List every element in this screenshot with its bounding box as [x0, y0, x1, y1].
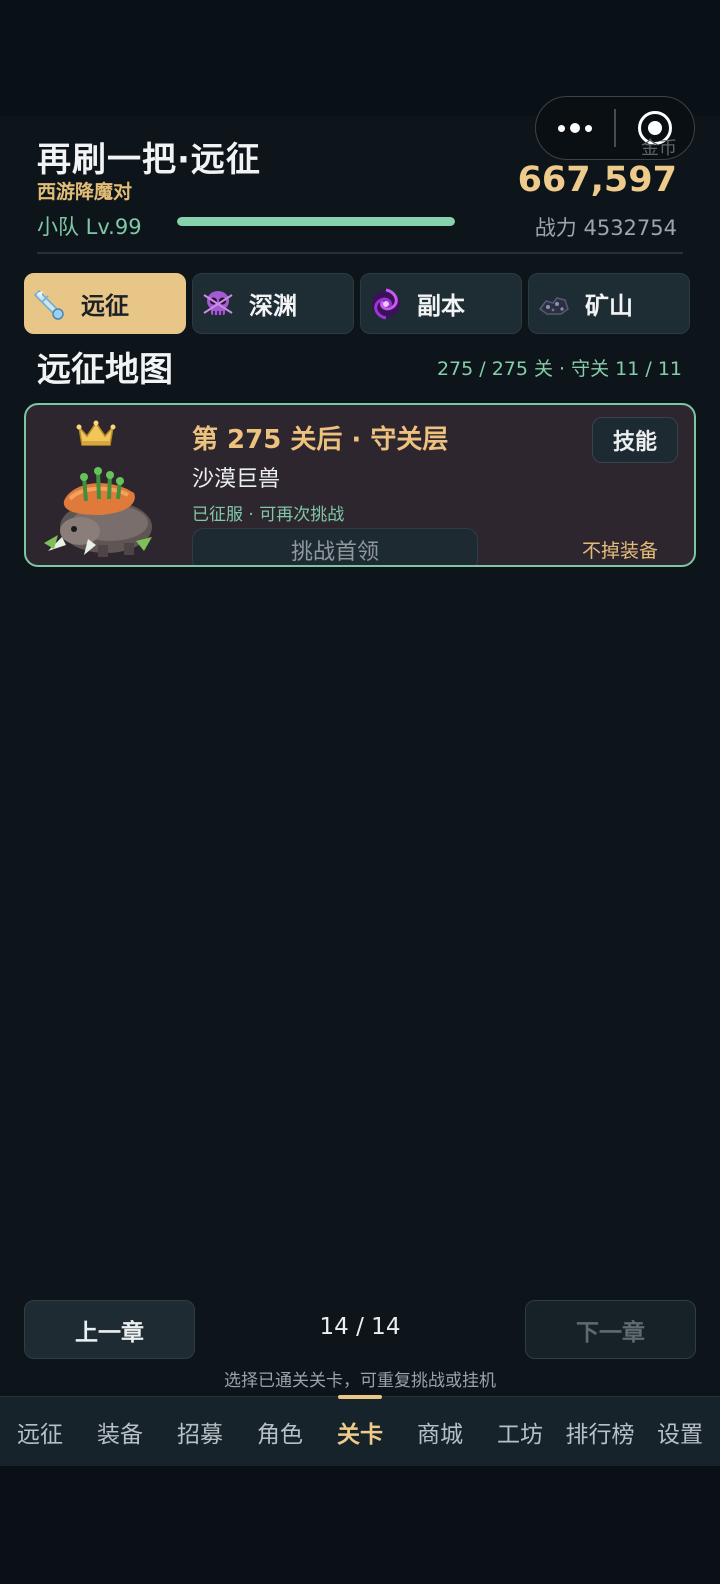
mode-tabs: 远征 深渊 副本 矿山	[24, 273, 696, 335]
active-nav-indicator	[338, 1395, 382, 1399]
vortex-icon	[369, 287, 403, 321]
nav-item-settings[interactable]: 设置	[640, 1397, 720, 1467]
next-chapter-button[interactable]: 下一章	[525, 1300, 696, 1359]
gold-label: 金币	[641, 138, 677, 159]
chapter-hint: 选择已通关关卡，可重复挑战或挂机	[224, 1371, 496, 1391]
skill-button[interactable]: 技能	[592, 417, 678, 463]
nav-item-expedition[interactable]: 远征	[0, 1397, 80, 1467]
nav-item-stages[interactable]: 关卡	[320, 1395, 400, 1467]
bottom-nav: 远征 装备 招募 角色 关卡 商城 工坊 排行榜 设置	[0, 1395, 720, 1467]
nav-item-workshop[interactable]: 工坊	[480, 1397, 560, 1467]
nav-label: 装备	[97, 1422, 143, 1448]
xp-progress-bar	[177, 217, 455, 226]
tab-dungeon[interactable]: 副本	[360, 273, 522, 334]
header-divider	[37, 252, 683, 254]
prev-chapter-button[interactable]: 上一章	[24, 1300, 195, 1359]
tab-expedition-label: 远征	[81, 292, 129, 320]
boss-name: 沙漠巨兽	[192, 467, 281, 492]
nav-item-equipment[interactable]: 装备	[80, 1397, 160, 1467]
challenge-boss-button[interactable]: 挑战首领	[192, 528, 478, 565]
more-dots-icon	[558, 123, 592, 133]
bottom-safe-area	[0, 1466, 720, 1584]
xp-progress-fill	[177, 217, 455, 226]
stage-card[interactable]: 第 275 关后 · 守关层 沙漠巨兽 已征服 · 可再次挑战 技能 挑战首领 …	[24, 403, 696, 567]
tab-mine[interactable]: 矿山	[528, 273, 690, 334]
nav-label: 排行榜	[565, 1422, 635, 1448]
nav-item-character[interactable]: 角色	[240, 1397, 320, 1467]
nav-label: 设置	[657, 1422, 703, 1448]
nav-label: 工坊	[497, 1422, 543, 1448]
nav-item-shop[interactable]: 商城	[400, 1397, 480, 1467]
combat-power: 战力 4532754	[534, 216, 677, 240]
nav-item-leaderboard[interactable]: 排行榜	[560, 1397, 640, 1467]
team-level: 小队 Lv.99	[37, 215, 142, 239]
tab-abyss-label: 深渊	[249, 292, 297, 320]
chapter-nav: 上一章 14 / 14 下一章	[24, 1300, 696, 1360]
tab-abyss[interactable]: 深渊	[192, 273, 354, 334]
nav-label: 商城	[417, 1422, 463, 1448]
tab-dungeon-label: 副本	[417, 292, 465, 320]
progress-summary: 275 / 275 关 · 守关 11 / 11	[436, 358, 682, 380]
ore-icon	[537, 287, 571, 321]
nav-label: 关卡	[337, 1422, 383, 1448]
nav-label: 招募	[177, 1422, 223, 1448]
crown-icon	[76, 420, 116, 446]
sword-gem-icon	[33, 287, 67, 321]
app-subtitle: 西游降魔对	[37, 181, 133, 203]
nav-item-recruit[interactable]: 招募	[160, 1397, 240, 1467]
nav-label: 角色	[257, 1422, 303, 1448]
drop-note: 不掉装备	[581, 540, 658, 562]
app-title: 再刷一把·远征	[37, 140, 261, 180]
tab-expedition[interactable]: 远征	[24, 273, 186, 334]
gold-value: 667,597	[517, 160, 677, 200]
stage-status: 已征服 · 可再次挑战	[192, 505, 345, 525]
more-options-button[interactable]	[536, 97, 614, 159]
desert-beast-portrait	[44, 467, 152, 557]
skull-icon	[201, 287, 235, 321]
tab-mine-label: 矿山	[585, 292, 633, 320]
stage-title: 第 275 关后 · 守关层	[192, 425, 449, 455]
nav-label: 远征	[17, 1422, 63, 1448]
section-title: 远征地图	[37, 350, 173, 390]
